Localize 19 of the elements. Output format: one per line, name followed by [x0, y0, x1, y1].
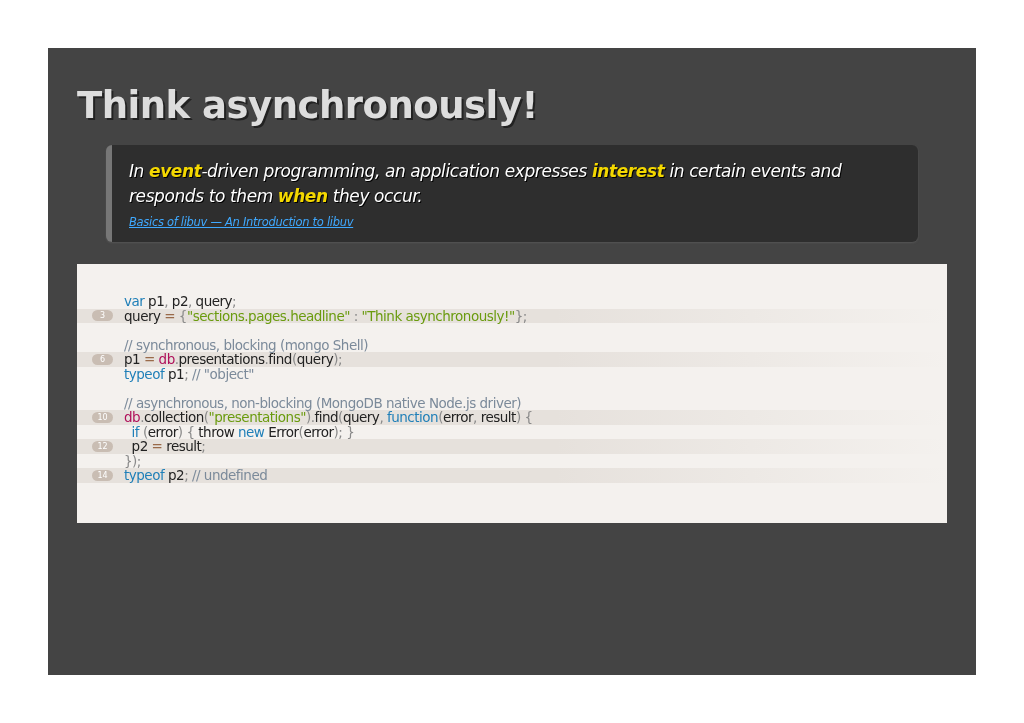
quote-text: In event-driven programming, an application expresses interest in certain events and responds to them when they occur. — [129, 160, 843, 208]
code-line: typeof p1; // "object" — [124, 366, 254, 381]
code-line: // asynchronous, non-blocking (MongoDB native Node.js driver) — [124, 395, 521, 410]
line-number: 10 — [92, 411, 113, 423]
code-line: typeof p2; // undefined — [124, 468, 268, 483]
code-line: // synchronous, blocking (mongo Shell) — [124, 337, 368, 352]
source-link[interactable]: Basics of libuv — An Introduction to libuv — [129, 215, 354, 229]
line-number: 12 — [92, 440, 113, 452]
code-line: db.collection("presentations").find(query, function(error, result) { — [124, 410, 533, 425]
code-line: query = {"sections.pages.headline" : "Think asynchronously!"}; — [124, 308, 527, 323]
code-line: p1 = db.presentations.find(query); — [124, 352, 342, 367]
slide-title: Think asynchronously! — [77, 84, 538, 127]
code-line: }); — [124, 453, 141, 468]
code-line: if (error) { throw new Error(error); } — [130, 424, 355, 439]
code-line: p2 = result; — [130, 439, 206, 454]
line-number: 3 — [92, 310, 113, 322]
line-number: 14 — [92, 469, 113, 481]
code-line: var p1, p2, query; — [124, 294, 237, 309]
line-number: 6 — [92, 353, 113, 365]
